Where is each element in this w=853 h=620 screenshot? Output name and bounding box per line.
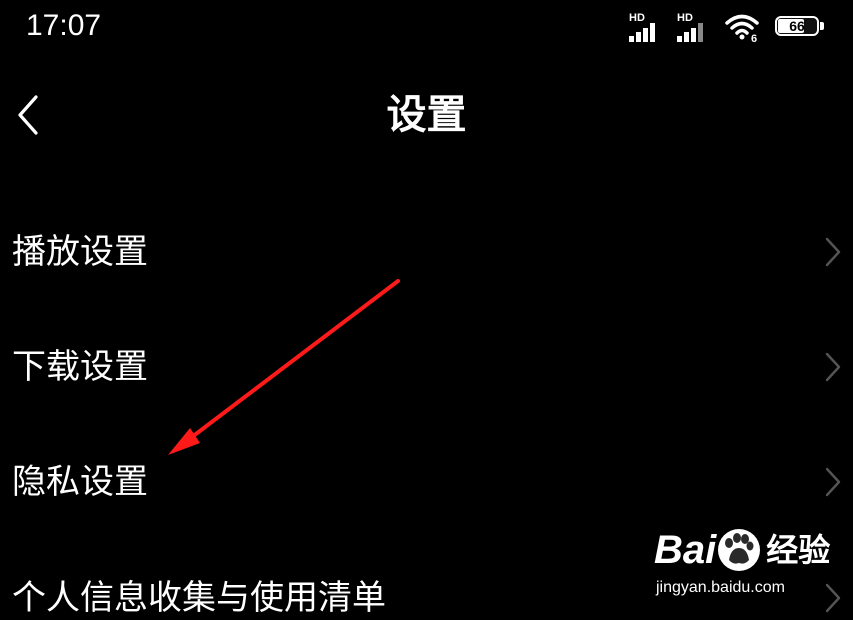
wifi-badge: 6 <box>751 33 757 42</box>
menu-item-download-settings[interactable]: 下载设置 <box>0 327 853 407</box>
header: 设置 <box>0 80 853 150</box>
menu-item-privacy-settings[interactable]: 隐私设置 <box>0 442 853 522</box>
status-icons: HD HD 6 66 <box>629 10 825 42</box>
cellular-signal-icon: HD <box>677 12 711 42</box>
chevron-right-icon <box>825 352 841 382</box>
status-bar: 17:07 HD HD 6 66 <box>0 0 853 54</box>
chevron-right-icon <box>825 467 841 497</box>
menu-item-label: 下载设置 <box>12 347 148 387</box>
chevron-right-icon <box>825 237 841 267</box>
battery-icon: 66 <box>775 16 825 38</box>
watermark-url: jingyan.baidu.com <box>656 579 785 596</box>
battery-level: 66 <box>789 18 805 34</box>
wifi-icon: 6 <box>725 12 761 42</box>
menu-item-label: 播放设置 <box>12 232 148 272</box>
baidu-paw-icon <box>718 529 761 571</box>
menu-item-label: 隐私设置 <box>12 462 148 502</box>
menu-item-label: 个人信息收集与使用清单 <box>12 578 386 618</box>
page-title: 设置 <box>386 92 467 138</box>
watermark-brand-right: 经验 <box>766 531 831 569</box>
settings-screen: 17:07 HD HD 6 66 设置 播放设置 下载设置 隐私设置 个人信息收… <box>0 0 853 620</box>
baidu-jingyan-watermark: Bai 经验 jingyan.baidu.com <box>654 522 844 602</box>
menu-item-playback-settings[interactable]: 播放设置 <box>0 212 853 292</box>
watermark-brand-left: Bai <box>654 528 717 572</box>
status-time: 17:07 <box>26 9 102 42</box>
watermark-logo: Bai 经验 <box>654 522 830 578</box>
cellular-signal-icon: HD <box>629 12 663 42</box>
